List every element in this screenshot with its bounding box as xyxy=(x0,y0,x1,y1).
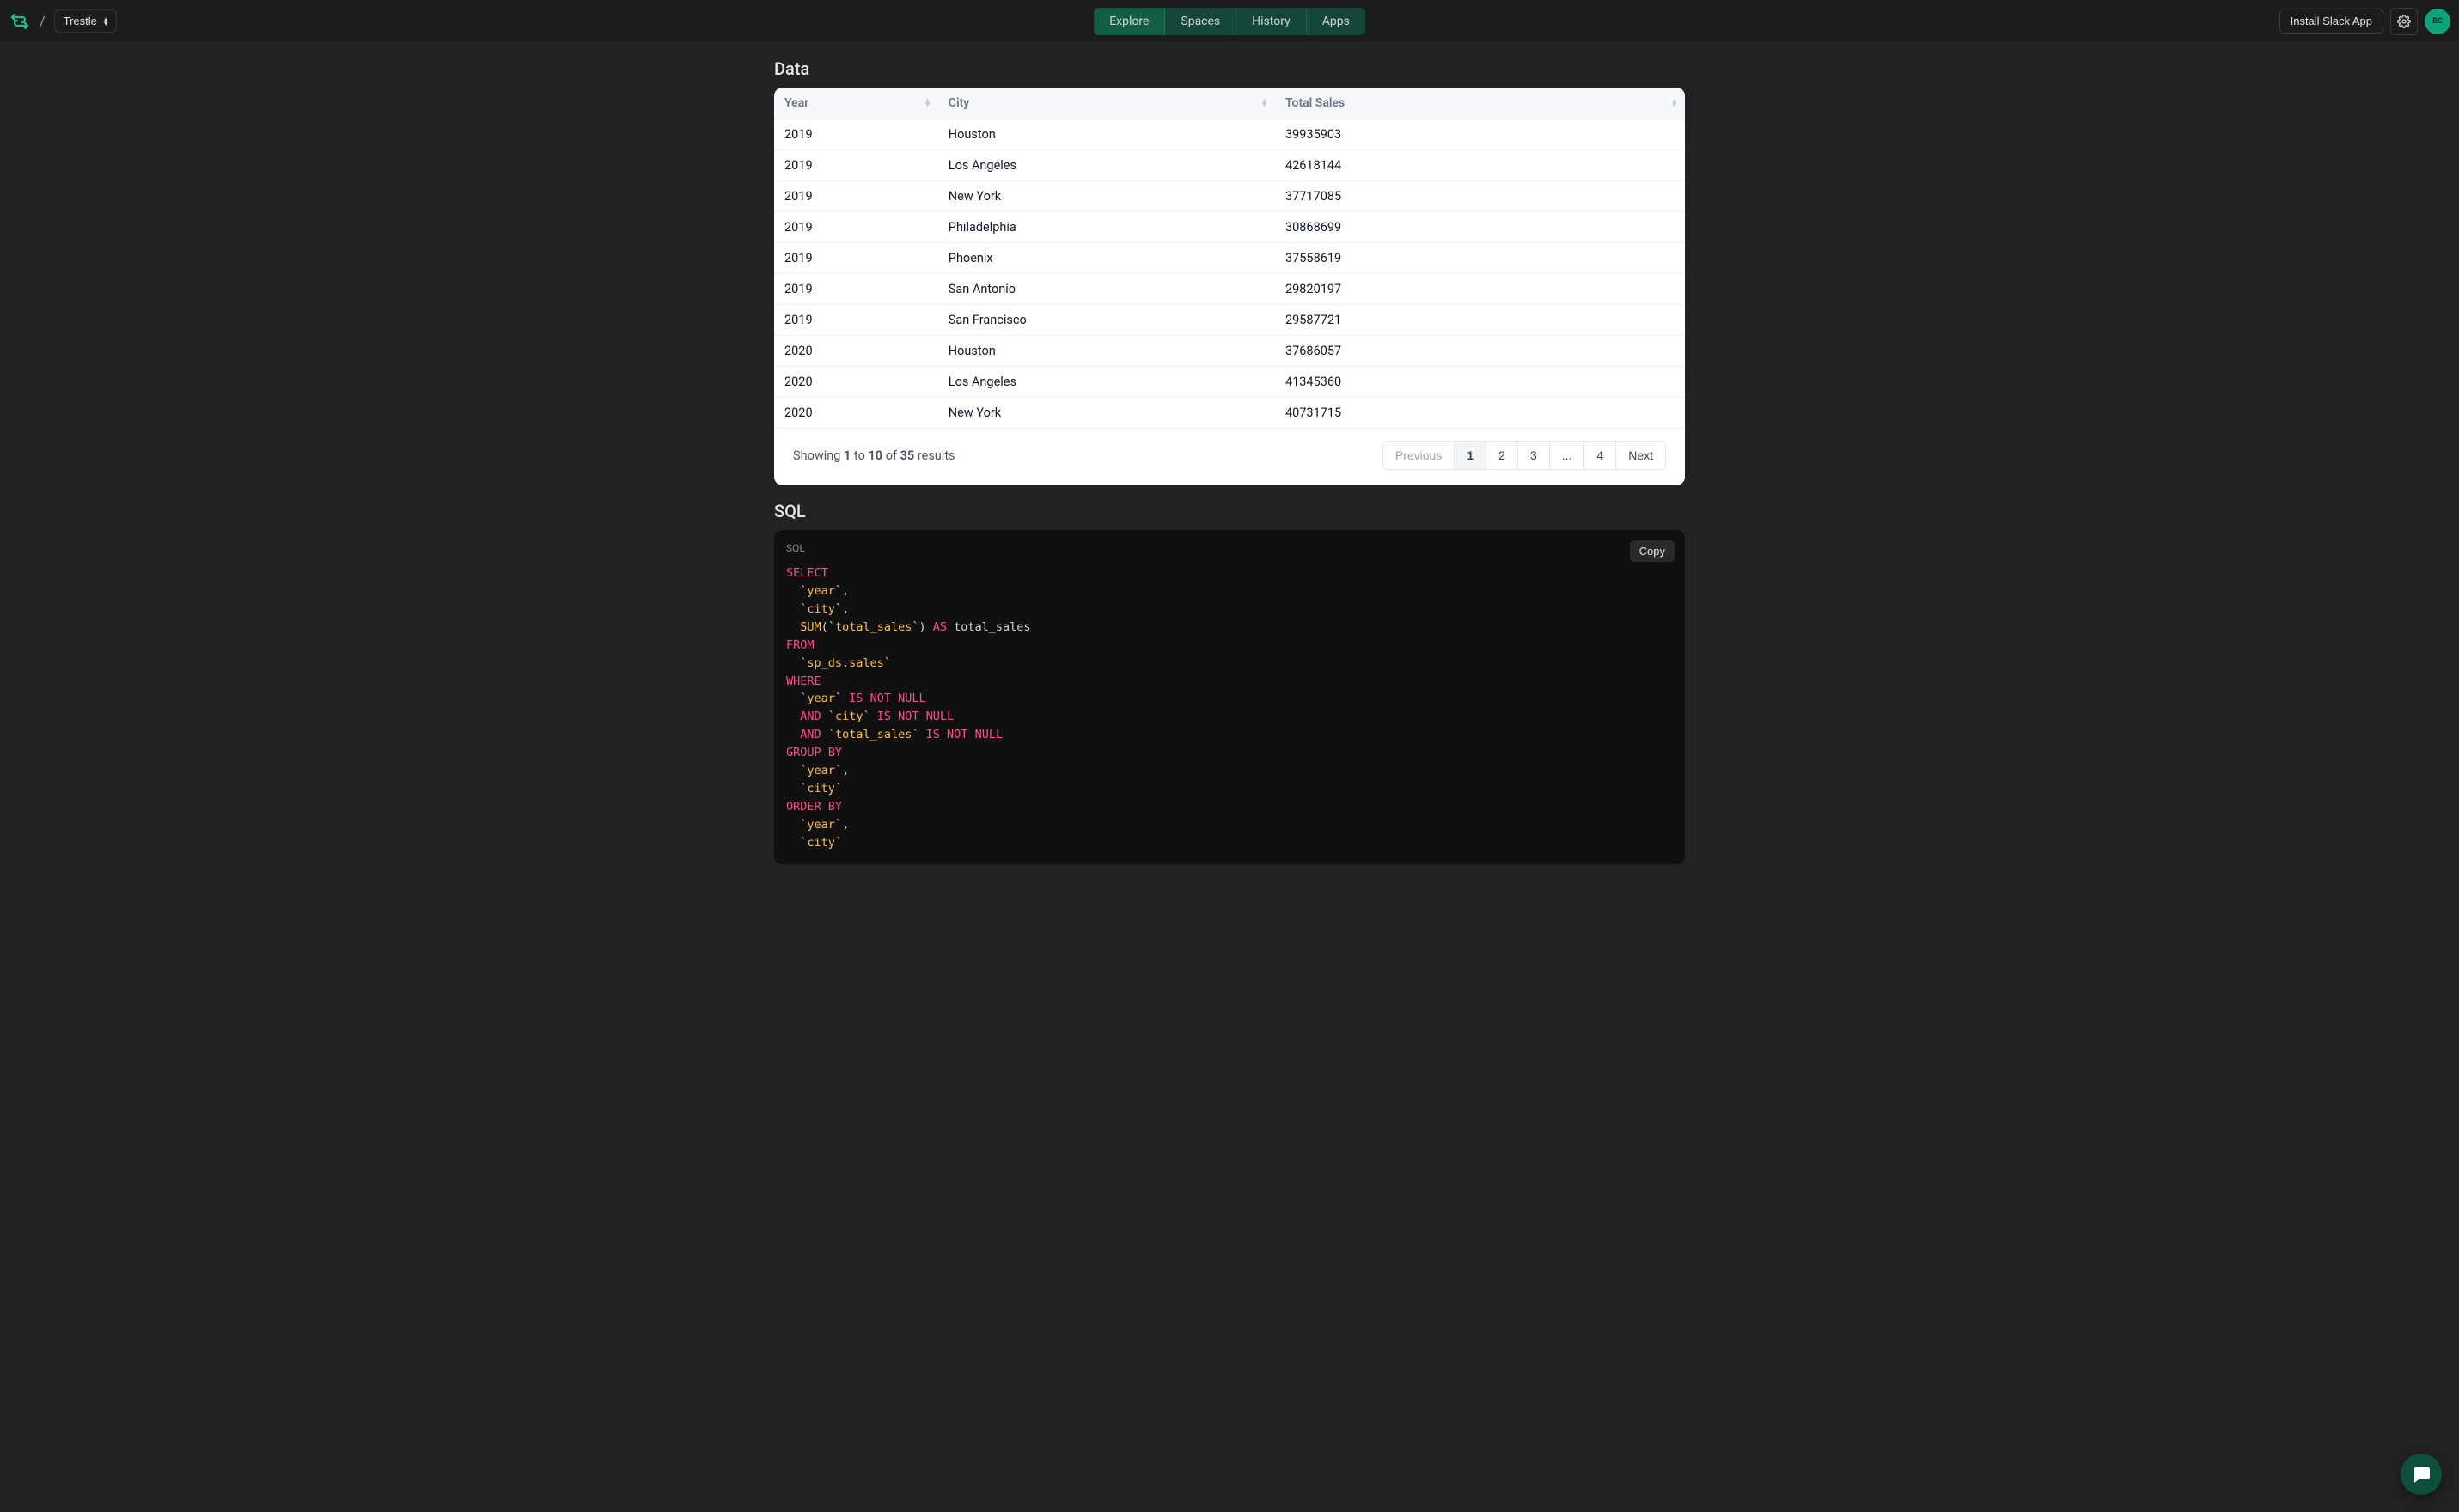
nav-tab-apps[interactable]: Apps xyxy=(1307,8,1365,35)
data-table: Year▴▾City▴▾Total Sales▴▾ 2019Houston399… xyxy=(774,88,1685,429)
page-1[interactable]: 1 xyxy=(1455,442,1486,469)
chat-launcher[interactable] xyxy=(2401,1454,2442,1495)
cell-city: San Antonio xyxy=(938,274,1275,305)
workspace-name: Trestle xyxy=(64,15,97,27)
workspace-selector[interactable]: Trestle ▴▾ xyxy=(54,9,118,33)
sort-icon[interactable]: ▴▾ xyxy=(1672,100,1676,107)
cell-city: Houston xyxy=(938,336,1275,367)
cell-total_sales: 42618144 xyxy=(1275,150,1685,181)
main: Data Year▴▾City▴▾Total Sales▴▾ 2019Houst… xyxy=(0,43,2459,1512)
cell-city: Phoenix xyxy=(938,243,1275,274)
cell-year: 2019 xyxy=(774,212,938,243)
cell-total_sales: 39935903 xyxy=(1275,119,1685,150)
cell-year: 2019 xyxy=(774,181,938,212)
cell-year: 2020 xyxy=(774,367,938,398)
cell-city: Los Angeles xyxy=(938,367,1275,398)
cell-total_sales: 37558619 xyxy=(1275,243,1685,274)
sort-icon[interactable]: ▴▾ xyxy=(1262,100,1266,107)
sql-section-title: SQL xyxy=(774,501,1685,521)
page-next[interactable]: Next xyxy=(1616,442,1665,469)
topbar: / Trestle ▴▾ ExploreSpacesHistoryApps In… xyxy=(0,0,2459,43)
nav-tabs: ExploreSpacesHistoryApps xyxy=(1094,8,1365,35)
table-row: 2019Los Angeles42618144 xyxy=(774,150,1685,181)
cell-city: Los Angeles xyxy=(938,150,1275,181)
column-header-total-sales[interactable]: Total Sales▴▾ xyxy=(1275,88,1685,119)
cell-total_sales: 41345360 xyxy=(1275,367,1685,398)
table-row: 2019Phoenix37558619 xyxy=(774,243,1685,274)
nav-tab-history[interactable]: History xyxy=(1236,8,1307,35)
table-row: 2019New York37717085 xyxy=(774,181,1685,212)
data-section-title: Data xyxy=(774,58,1685,79)
cell-city: Houston xyxy=(938,119,1275,150)
paginator: Previous123...4Next xyxy=(1382,441,1666,470)
page-4[interactable]: 4 xyxy=(1584,442,1616,469)
cell-year: 2019 xyxy=(774,119,938,150)
sql-card: SQL Copy SELECT `year`, `city`, SUM(`tot… xyxy=(774,530,1685,864)
table-footer: Showing 1 to 10 of 35 results Previous12… xyxy=(774,429,1685,485)
cell-year: 2020 xyxy=(774,398,938,429)
cell-total_sales: 37717085 xyxy=(1275,181,1685,212)
data-card: Year▴▾City▴▾Total Sales▴▾ 2019Houston399… xyxy=(774,88,1685,485)
column-header-city[interactable]: City▴▾ xyxy=(938,88,1275,119)
table-row: 2019San Francisco29587721 xyxy=(774,305,1685,336)
cell-city: Philadelphia xyxy=(938,212,1275,243)
nav-tab-spaces[interactable]: Spaces xyxy=(1165,8,1236,35)
table-row: 2019San Antonio29820197 xyxy=(774,274,1685,305)
results-summary: Showing 1 to 10 of 35 results xyxy=(793,448,955,463)
table-row: 2020Los Angeles41345360 xyxy=(774,367,1685,398)
copy-button[interactable]: Copy xyxy=(1630,540,1675,562)
chevron-updown-icon: ▴▾ xyxy=(104,17,108,25)
gear-icon xyxy=(2397,15,2411,28)
page-2[interactable]: 2 xyxy=(1486,442,1518,469)
page-3[interactable]: 3 xyxy=(1518,442,1550,469)
table-row: 2020New York40731715 xyxy=(774,398,1685,429)
topbar-left: / Trestle ▴▾ xyxy=(9,9,117,33)
cell-city: San Francisco xyxy=(938,305,1275,336)
column-header-year[interactable]: Year▴▾ xyxy=(774,88,938,119)
avatar[interactable]: BC xyxy=(2425,9,2450,34)
sql-code[interactable]: SELECT `year`, `city`, SUM(`total_sales`… xyxy=(786,564,1673,852)
cell-city: New York xyxy=(938,398,1275,429)
page-previous[interactable]: Previous xyxy=(1383,442,1455,469)
cell-total_sales: 29820197 xyxy=(1275,274,1685,305)
topbar-right: Install Slack App BC xyxy=(2279,8,2450,35)
cell-total_sales: 30868699 xyxy=(1275,212,1685,243)
table-row: 2020Houston37686057 xyxy=(774,336,1685,367)
sql-language-label: SQL xyxy=(786,542,1673,554)
breadcrumb-separator: / xyxy=(40,13,46,29)
table-row: 2019Houston39935903 xyxy=(774,119,1685,150)
nav-tab-explore[interactable]: Explore xyxy=(1094,8,1165,35)
cell-city: New York xyxy=(938,181,1275,212)
cell-total_sales: 29587721 xyxy=(1275,305,1685,336)
logo-icon[interactable] xyxy=(9,10,31,33)
cell-total_sales: 40731715 xyxy=(1275,398,1685,429)
cell-year: 2019 xyxy=(774,150,938,181)
chat-icon xyxy=(2411,1464,2432,1485)
cell-year: 2020 xyxy=(774,336,938,367)
sort-icon[interactable]: ▴▾ xyxy=(925,100,930,107)
page-ellipsis: ... xyxy=(1550,442,1585,469)
cell-year: 2019 xyxy=(774,305,938,336)
settings-button[interactable] xyxy=(2390,8,2418,35)
cell-total_sales: 37686057 xyxy=(1275,336,1685,367)
cell-year: 2019 xyxy=(774,274,938,305)
install-slack-button[interactable]: Install Slack App xyxy=(2279,9,2383,34)
cell-year: 2019 xyxy=(774,243,938,274)
table-row: 2019Philadelphia30868699 xyxy=(774,212,1685,243)
